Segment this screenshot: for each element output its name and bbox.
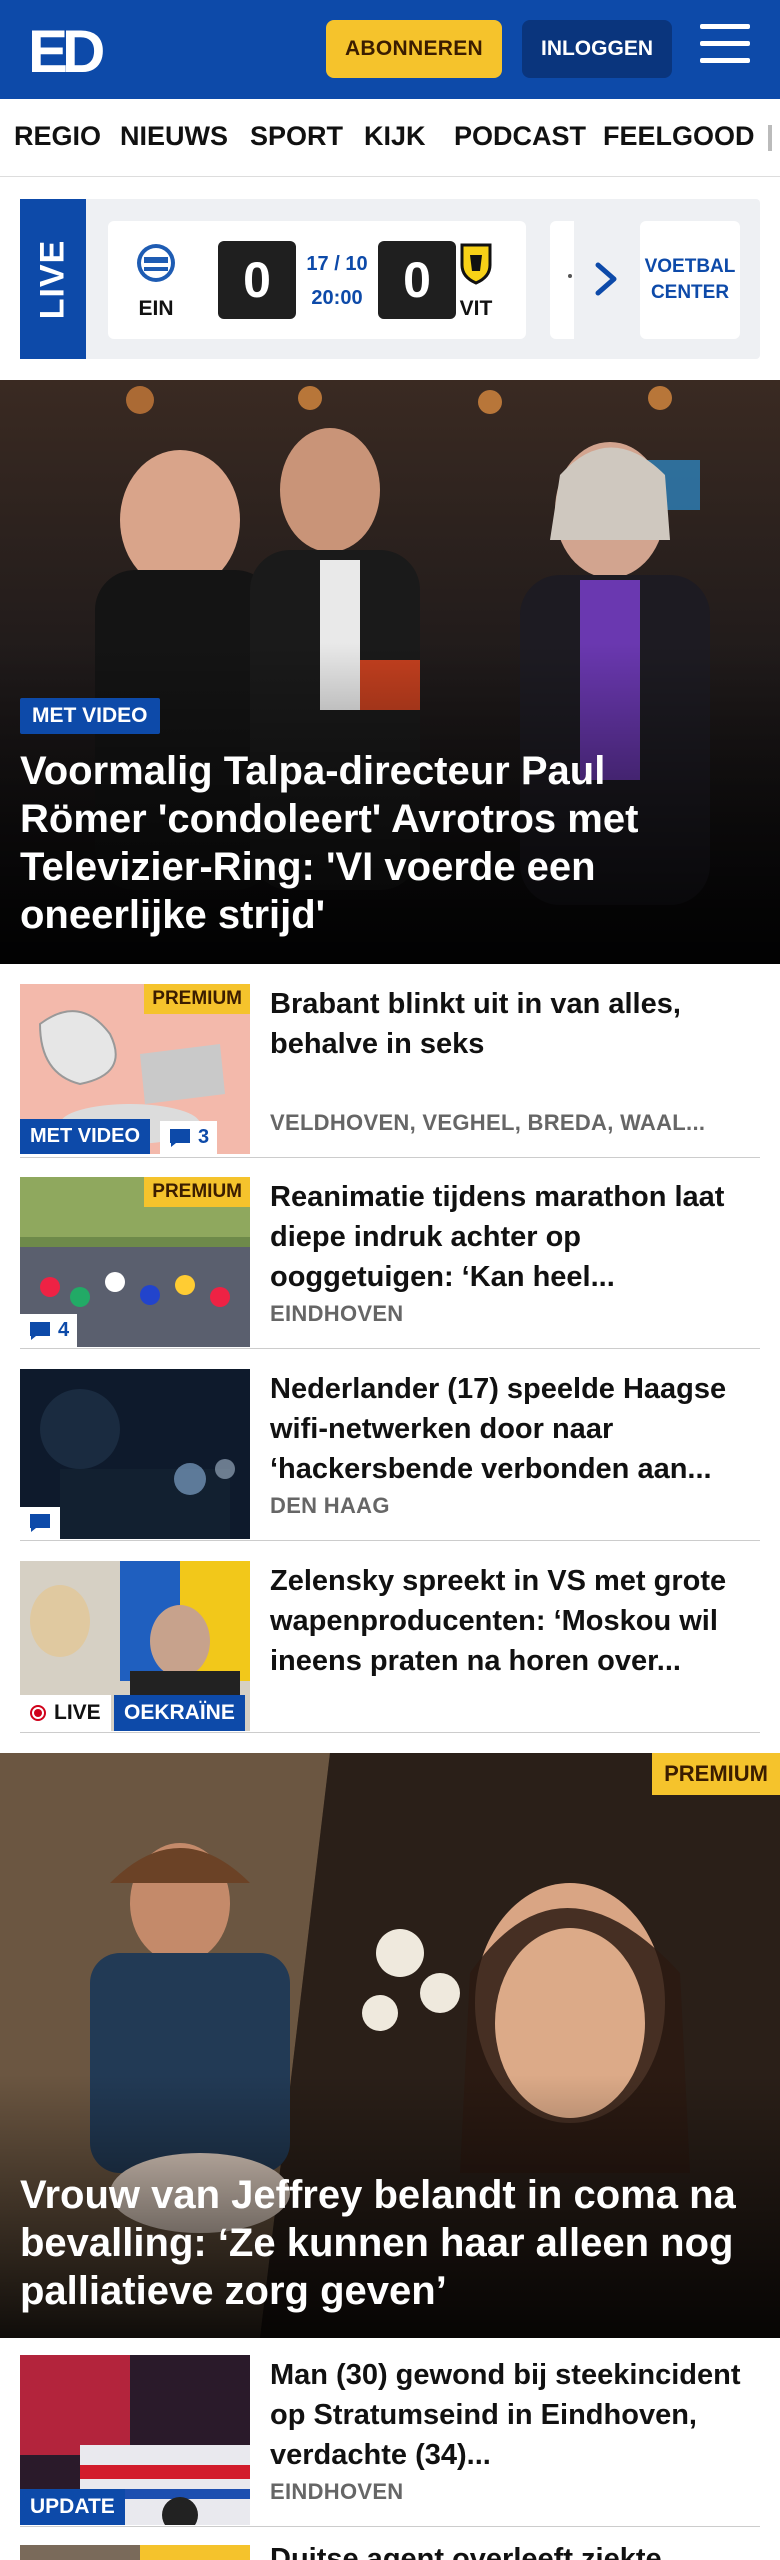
live-label: LIVE <box>20 199 86 359</box>
section-nav: REGIO NIEUWS SPORT KIJK PODCAST FEELGOOD <box>0 99 780 177</box>
nav-item-feelgood[interactable]: FEELGOOD <box>603 121 755 152</box>
live-scores-strip: LIVE EIN 0 17 / 10 20:00 0 VIT VOETBAL C… <box>20 199 760 359</box>
live-dot-icon <box>30 1705 46 1721</box>
topic-badge[interactable]: OEKRAÏNE <box>114 1695 245 1731</box>
article-thumbnail <box>20 1369 250 1539</box>
live-badge-label: LIVE <box>54 1701 101 1724</box>
list-item[interactable]: PREMIUM 4 Reanimatie tijdens marathon la… <box>20 1177 760 1349</box>
list-item-partial[interactable]: Duitse agent overleeft ziekte... <box>20 2545 760 2560</box>
away-team-name: VIT <box>459 297 493 320</box>
comment-icon <box>30 1321 50 1340</box>
home-team: EIN <box>126 241 186 321</box>
comment-count[interactable]: 3 <box>160 1121 218 1154</box>
comment-count[interactable] <box>20 1507 60 1539</box>
list-item[interactable]: UPDATE Man (30) gewond bij steekinci­den… <box>20 2355 760 2527</box>
vitesse-crest-icon <box>460 243 492 285</box>
article-title[interactable]: Man (30) gewond bij steekinci­dent op St… <box>270 2355 760 2475</box>
subscribe-button[interactable]: ABONNEREN <box>326 20 502 78</box>
premium-badge: PREMIUM <box>652 1753 780 1795</box>
nav-item-sport[interactable]: SPORT <box>250 121 343 152</box>
ed-logo[interactable]: ED <box>28 22 114 78</box>
article-title[interactable]: Brabant blinkt uit in van alles, behalve… <box>270 984 760 1064</box>
comment-count-value: 4 <box>58 1319 70 1341</box>
voetbal-center-line1: VOETBAL <box>644 256 736 277</box>
live-badge: LIVE <box>20 1695 111 1731</box>
article-location: DEN HAAG <box>270 1493 390 1518</box>
nav-overflow-hint <box>768 125 772 151</box>
list-item[interactable]: PREMIUM MET VIDEO 3 Brabant blinkt uit i… <box>20 984 760 1158</box>
article-title[interactable]: Duitse agent overleeft ziekte... <box>270 2545 760 2560</box>
logo-text: ED <box>28 22 103 78</box>
article-thumbnail: PREMIUM 4 <box>20 1177 250 1347</box>
update-badge: UPDATE <box>20 2489 125 2525</box>
list-item[interactable]: Nederlander (17) speelde Haagse wifi-net… <box>20 1369 760 1541</box>
login-button[interactable]: INLOGGEN <box>522 20 672 78</box>
voetbal-center-line2: CENTER <box>650 282 730 303</box>
nav-item-regio[interactable]: REGIO <box>14 121 101 152</box>
article-title[interactable]: Reanimatie tijdens marathon laat diepe i… <box>270 1177 760 1297</box>
video-badge: MET VIDEO <box>20 1119 151 1154</box>
hero-title[interactable]: Voormalig Talpa-directeur Paul Römer 'co… <box>20 747 740 939</box>
nav-item-kijk[interactable]: KIJK <box>364 121 426 152</box>
home-team-name: EIN <box>138 297 174 320</box>
article-thumbnail: LIVE OEKRAÏNE <box>20 1561 250 1731</box>
chevron-right-icon[interactable] <box>592 259 622 299</box>
nav-item-podcast[interactable]: PODCAST <box>454 121 586 152</box>
psv-crest-icon <box>137 244 175 282</box>
article-location: EINDHOVEN <box>270 1301 404 1326</box>
nav-item-nieuws[interactable]: NIEUWS <box>120 121 228 152</box>
article-thumbnail: PREMIUM MET VIDEO 3 <box>20 984 250 1154</box>
comment-count-value: 3 <box>198 1126 210 1148</box>
premium-badge <box>140 2545 250 2560</box>
away-score: 0 <box>378 241 456 319</box>
match-datetime: 17 / 10 20:00 <box>302 247 372 315</box>
comment-icon <box>170 1128 190 1147</box>
hero-article[interactable]: MET VIDEO Voormalig Talpa-directeur Paul… <box>0 380 780 964</box>
hamburger-icon[interactable] <box>700 24 752 74</box>
match-time: 20:00 <box>311 287 363 309</box>
article-location: EINDHOVEN <box>270 2479 404 2504</box>
article-title[interactable]: Nederlander (17) speelde Haagse wifi-net… <box>270 1369 760 1489</box>
comment-icon <box>30 1514 50 1532</box>
premium-badge: PREMIUM <box>144 984 250 1014</box>
video-badge: MET VIDEO <box>20 698 160 734</box>
list-item[interactable]: LIVE OEKRAÏNE Zelensky spreekt in VS met… <box>20 1561 760 1733</box>
match-date: 17 / 10 <box>306 253 368 275</box>
voetbal-center-button[interactable]: VOETBAL CENTER <box>640 221 740 339</box>
feature-article[interactable]: PREMIUM Vrouw van Jeffrey belandt in com… <box>0 1753 780 2338</box>
premium-badge: PREMIUM <box>144 1177 250 1207</box>
feature-title[interactable]: Vrouw van Jeffrey belandt in coma na bev… <box>20 2171 760 2315</box>
site-header: ED ABONNEREN INLOGGEN <box>0 0 780 99</box>
match-card[interactable]: EIN 0 17 / 10 20:00 0 VIT <box>108 221 526 339</box>
home-score: 0 <box>218 241 296 319</box>
comment-count[interactable]: 4 <box>20 1314 78 1347</box>
away-team: VIT <box>446 241 506 321</box>
article-thumbnail: UPDATE <box>20 2355 250 2525</box>
stub-dot <box>568 274 572 278</box>
next-match-card-stub[interactable] <box>550 221 574 339</box>
article-location: VELDHOVEN, VEGHEL, BREDA, WAAL... <box>270 1110 706 1135</box>
article-title[interactable]: Zelensky spreekt in VS met grote wapenpr… <box>270 1561 760 1681</box>
